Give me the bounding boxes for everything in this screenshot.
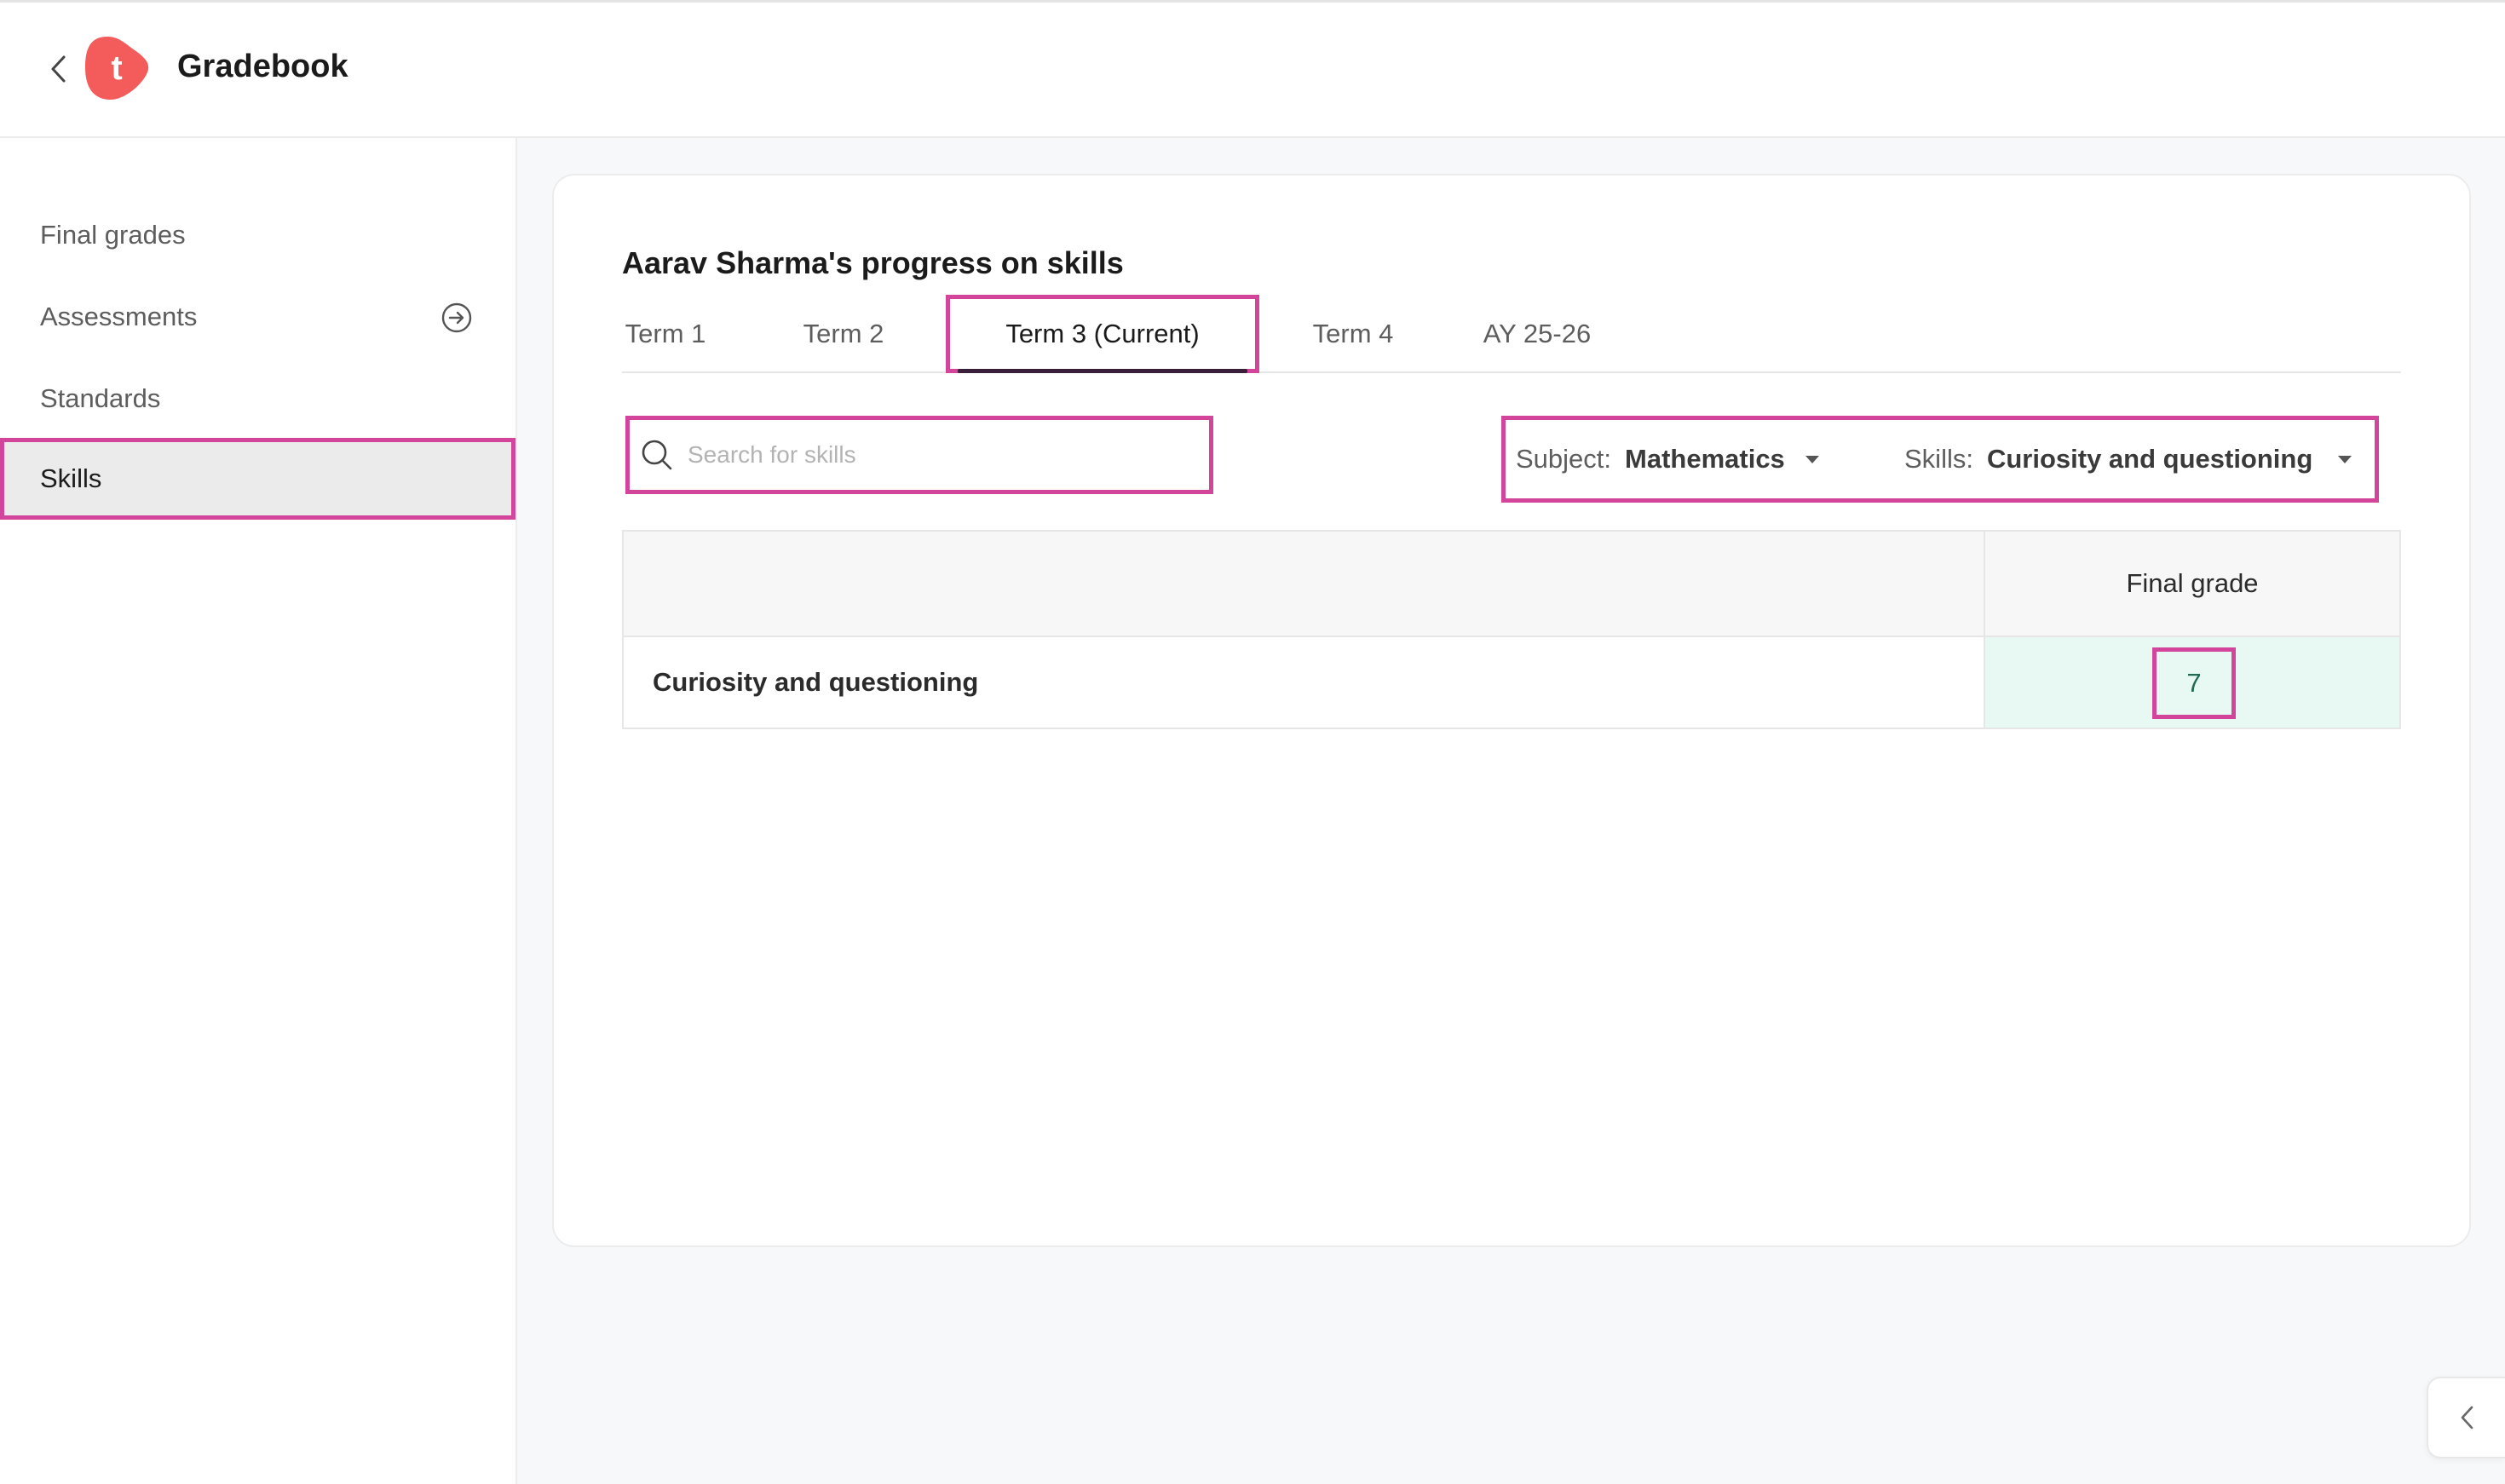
skill-name-cell: Curiosity and questioning bbox=[653, 667, 979, 697]
final-grade-cell: 7 bbox=[1984, 637, 2399, 728]
tab-label: Term 2 bbox=[803, 319, 884, 348]
table-row: Curiosity and questioning 7 bbox=[624, 637, 2399, 728]
sidebar-item-label: Final grades bbox=[40, 220, 186, 250]
search-input[interactable] bbox=[686, 440, 1166, 469]
tab-label: Term 4 bbox=[1312, 319, 1394, 348]
page-title: Aarav Sharma's progress on skills bbox=[622, 245, 1124, 280]
table-header: Final grade bbox=[624, 532, 2399, 637]
tab-term-2[interactable]: Term 2 bbox=[774, 295, 913, 373]
subject-filter-label: Subject: bbox=[1516, 444, 1612, 474]
tab-label: Term 3 (Current) bbox=[1005, 319, 1200, 348]
column-header-final-grade: Final grade bbox=[1984, 532, 2399, 636]
tab-label: Term 1 bbox=[625, 319, 706, 348]
skills-table: Final grade Curiosity and questioning 7 bbox=[622, 530, 2401, 729]
subject-filter-value: Mathematics bbox=[1625, 444, 1785, 474]
sidebar-item-label: Assessments bbox=[40, 302, 198, 331]
chevron-left-icon bbox=[2461, 1406, 2473, 1429]
tab-label: AY 25-26 bbox=[1483, 319, 1592, 348]
caret-down-icon bbox=[2338, 455, 2352, 463]
term-tabs: Term 1 Term 2 Term 3 (Current) Term 4 AY… bbox=[622, 295, 2401, 373]
tab-term-3-current[interactable]: Term 3 (Current) bbox=[946, 295, 1259, 373]
logo-letter: t bbox=[111, 49, 123, 87]
main-card: Aarav Sharma's progress on skills Term 1… bbox=[552, 174, 2471, 1247]
collapse-panel-button[interactable] bbox=[2427, 1377, 2505, 1458]
filters-group: Subject: Mathematics Skills: Curiosity a… bbox=[1501, 416, 2379, 503]
chevron-left-icon bbox=[51, 55, 66, 83]
app-header: t Gradebook bbox=[0, 0, 2505, 138]
skills-search-box[interactable] bbox=[625, 416, 1213, 494]
skills-filter-label: Skills: bbox=[1904, 444, 1973, 474]
sidebar-item-final-grades[interactable]: Final grades bbox=[0, 194, 515, 276]
sidebar-item-standards[interactable]: Standards bbox=[0, 358, 515, 440]
tab-term-1[interactable]: Term 1 bbox=[622, 295, 709, 373]
app-title: Gradebook bbox=[177, 49, 348, 84]
subject-filter-dropdown[interactable]: Subject: Mathematics bbox=[1516, 420, 1819, 498]
sidebar-item-assessments[interactable]: Assessments bbox=[0, 276, 515, 358]
sidebar-item-label: Skills bbox=[40, 463, 102, 493]
skills-filter-dropdown[interactable]: Skills: Curiosity and questioning bbox=[1904, 420, 2352, 498]
arrow-right-circle-icon[interactable] bbox=[441, 302, 473, 334]
skills-filter-value: Curiosity and questioning bbox=[1986, 444, 2313, 474]
tab-term-4[interactable]: Term 4 bbox=[1285, 295, 1421, 373]
caret-down-icon bbox=[1805, 455, 1819, 463]
search-icon bbox=[642, 440, 672, 470]
sidebar: Final grades Assessments Standards Skill… bbox=[0, 138, 517, 1484]
tab-ay-25-26[interactable]: AY 25-26 bbox=[1460, 295, 1614, 373]
active-tab-indicator bbox=[958, 369, 1247, 373]
app-logo: t bbox=[82, 33, 152, 103]
final-grade-value[interactable]: 7 bbox=[2152, 647, 2236, 719]
sidebar-item-label: Standards bbox=[40, 383, 161, 413]
sidebar-item-skills[interactable]: Skills bbox=[0, 438, 515, 520]
back-button[interactable] bbox=[37, 47, 78, 91]
